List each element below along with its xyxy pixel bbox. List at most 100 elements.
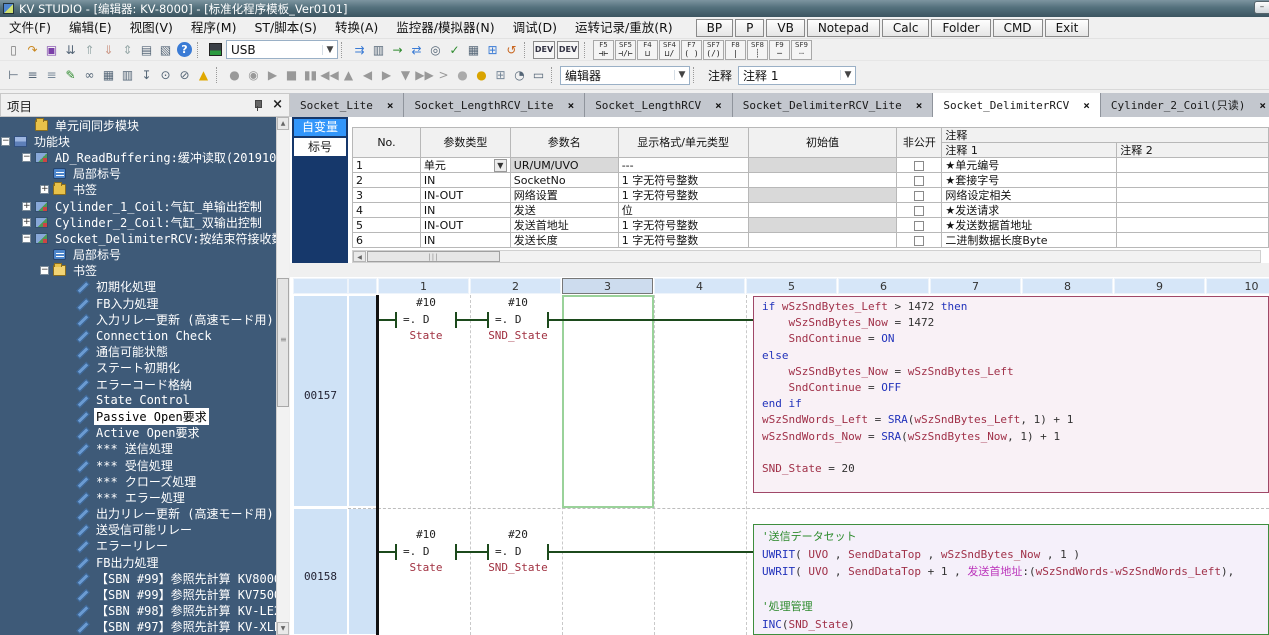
device-list-icon[interactable]: ≡ xyxy=(23,66,42,84)
pane-splitter[interactable] xyxy=(290,263,1269,277)
tree-item[interactable]: −AD_ReadBuffering:缓冲读取(20191015) xyxy=(0,149,276,165)
cell-comment1[interactable]: 网络设定相关 xyxy=(942,188,1117,203)
cell-display-format[interactable]: 1 字无符号整数 xyxy=(618,233,748,248)
side-tab-arguments[interactable]: 自变量 xyxy=(294,119,346,136)
tree-item[interactable]: 入力リレー更新 (高速モード用) xyxy=(0,311,276,327)
label-list-icon[interactable]: ≡ xyxy=(42,66,61,84)
cell-param-type[interactable]: IN xyxy=(420,173,510,188)
cell-param-type[interactable]: 单元▼ xyxy=(420,158,510,173)
editor-tab[interactable]: Socket_DelimiterRCV_Lite× xyxy=(733,93,934,117)
cell-initial-value[interactable] xyxy=(748,188,897,203)
cell-param-name[interactable]: UR/UM/UVO xyxy=(510,158,618,173)
pin-icon[interactable] xyxy=(253,100,262,111)
tree-expander[interactable]: − xyxy=(1,137,10,146)
rung-number[interactable]: 00157 xyxy=(293,389,348,402)
menu-item[interactable]: ST/脚本(S) xyxy=(245,17,325,38)
verify-icon[interactable]: ⇕ xyxy=(118,41,137,59)
cell-display-format[interactable]: 1 字无符号整数 xyxy=(618,173,748,188)
cell-initial-value[interactable] xyxy=(748,203,897,218)
private-checkbox[interactable] xyxy=(914,221,924,231)
project-tree-scrollbar[interactable]: ▲ ▼ xyxy=(276,117,289,635)
scroll-up-icon[interactable]: ▲ xyxy=(277,117,289,130)
rung-number[interactable]: 00158 xyxy=(293,570,348,583)
edit-mode-icon[interactable]: ✎ xyxy=(61,66,80,84)
dev-button[interactable]: DEV xyxy=(533,41,555,59)
tree-item[interactable]: FB入力処理 xyxy=(0,295,276,311)
clock-display-icon[interactable]: ▭ xyxy=(529,66,548,84)
cell-param-name[interactable]: 发送长度 xyxy=(510,233,618,248)
editor-mode-select[interactable]: 编辑器 ▼ xyxy=(560,66,690,85)
download-icon[interactable]: ↧ xyxy=(137,66,156,84)
private-checkbox[interactable] xyxy=(914,176,924,186)
read-from-plc-icon[interactable]: ⇑ xyxy=(80,41,99,59)
cell-initial-value[interactable] xyxy=(748,233,897,248)
tree-item[interactable]: State Control xyxy=(0,392,276,408)
transfer-both-icon[interactable]: ⇄ xyxy=(407,41,426,59)
tree-item[interactable]: 送受信可能リレー xyxy=(0,522,276,538)
ladder-instruction-button-f5[interactable]: F5⊣⊢ xyxy=(593,40,614,60)
tree-expander[interactable]: − xyxy=(22,234,31,243)
ladder-instruction-button-sf4[interactable]: SF4⊔/ xyxy=(659,40,680,60)
cell-initial-value[interactable] xyxy=(748,218,897,233)
tree-item[interactable]: 单元间同步模块 xyxy=(0,117,276,133)
editor-tab[interactable]: Socket_Lite× xyxy=(290,93,404,117)
comment-set-select[interactable]: 注释 1 ▼ xyxy=(738,66,856,85)
cell-display-format[interactable]: --- xyxy=(618,158,748,173)
cell-display-format[interactable]: 1 字无符号整数 xyxy=(618,188,748,203)
window-add-icon[interactable]: ⊞ xyxy=(491,66,510,84)
ladder-instruction-button-sf8[interactable]: SF8┊ xyxy=(747,40,768,60)
print-icon[interactable]: ▤ xyxy=(137,41,156,59)
tree-item[interactable]: *** 受信処理 xyxy=(0,457,276,473)
editor-tab[interactable]: Cylinder_2_Coil(只读)× xyxy=(1101,93,1269,117)
editor-tab[interactable]: Socket_DelimiterRCV× xyxy=(933,93,1100,117)
cell-initial-value[interactable] xyxy=(748,173,897,188)
cell-comment1[interactable]: ★套接字号 xyxy=(942,173,1117,188)
menu-item[interactable]: 转换(A) xyxy=(326,17,387,38)
open-file-icon[interactable]: ↷ xyxy=(23,41,42,59)
ladder-cursor-cell[interactable] xyxy=(562,295,654,508)
tree-item[interactable]: エラーコード格納 xyxy=(0,376,276,392)
pause-icon[interactable]: ▮▮ xyxy=(301,66,320,84)
fast-forward-icon[interactable]: ▶▶ xyxy=(415,66,434,84)
cell-comment1[interactable]: ★单元编号 xyxy=(942,158,1117,173)
quick-launch-button[interactable]: CMD xyxy=(993,19,1043,37)
record-stop-icon[interactable]: ◉ xyxy=(244,66,263,84)
cell-comment2[interactable] xyxy=(1117,188,1269,203)
ladder-column-header[interactable]: 1 xyxy=(378,278,469,294)
time-chart-2-icon[interactable]: ⊘ xyxy=(175,66,194,84)
cell-display-format[interactable]: 1 字无符号整数 xyxy=(618,218,748,233)
table-horizontal-scrollbar[interactable]: ◀ ||| xyxy=(352,250,1261,263)
cell-no[interactable]: 4 xyxy=(353,203,421,218)
stop-icon[interactable]: ■ xyxy=(282,66,301,84)
plc-verify-icon[interactable]: ▥ xyxy=(369,41,388,59)
ladder-instruction-button-f8[interactable]: F8| xyxy=(725,40,746,60)
scroll-down-icon[interactable]: ▼ xyxy=(277,622,289,635)
save-icon[interactable]: ▣ xyxy=(42,41,61,59)
quick-launch-button[interactable]: BP xyxy=(696,19,733,37)
menu-item[interactable]: 监控器/模拟器(N) xyxy=(387,17,503,38)
ladder-instruction-button-f9[interactable]: F9─ xyxy=(769,40,790,60)
alarm-monitor-icon[interactable]: ▲ xyxy=(194,66,213,84)
tree-item[interactable]: 【SBN #98】参照先計算 KV-LE21 xyxy=(0,603,276,619)
unit-monitor-icon[interactable]: ▥ xyxy=(118,66,137,84)
tree-item[interactable]: −功能块 xyxy=(0,133,276,149)
jump-icon[interactable]: > xyxy=(434,66,453,84)
tree-expander[interactable]: + xyxy=(22,218,31,227)
quick-launch-button[interactable]: Notepad xyxy=(807,19,880,37)
tree-item[interactable]: +书签 xyxy=(0,182,276,198)
save-all-icon[interactable]: ⇊ xyxy=(61,41,80,59)
play-icon[interactable]: ▶ xyxy=(263,66,282,84)
tab-close-icon[interactable]: × xyxy=(715,99,722,112)
new-file-icon[interactable]: ▯ xyxy=(4,41,23,59)
tree-expander[interactable]: − xyxy=(40,266,49,275)
editor-check-icon[interactable]: ✓ xyxy=(445,41,464,59)
ladder-column-header[interactable]: 10 xyxy=(1206,278,1269,294)
cell-param-name[interactable]: 网络设置 xyxy=(510,188,618,203)
ladder-column-header[interactable]: 2 xyxy=(470,278,561,294)
cell-initial-value[interactable] xyxy=(748,158,897,173)
tree-item[interactable]: エラーリレー xyxy=(0,538,276,554)
step-up-icon[interactable]: ▲ xyxy=(339,66,358,84)
simulator-icon[interactable]: ▦ xyxy=(464,41,483,59)
st-script-box[interactable]: '送信データセットUWRIT( UVO , SendDataTop , wSzS… xyxy=(753,524,1269,635)
find-unit-icon[interactable]: ◎ xyxy=(426,41,445,59)
